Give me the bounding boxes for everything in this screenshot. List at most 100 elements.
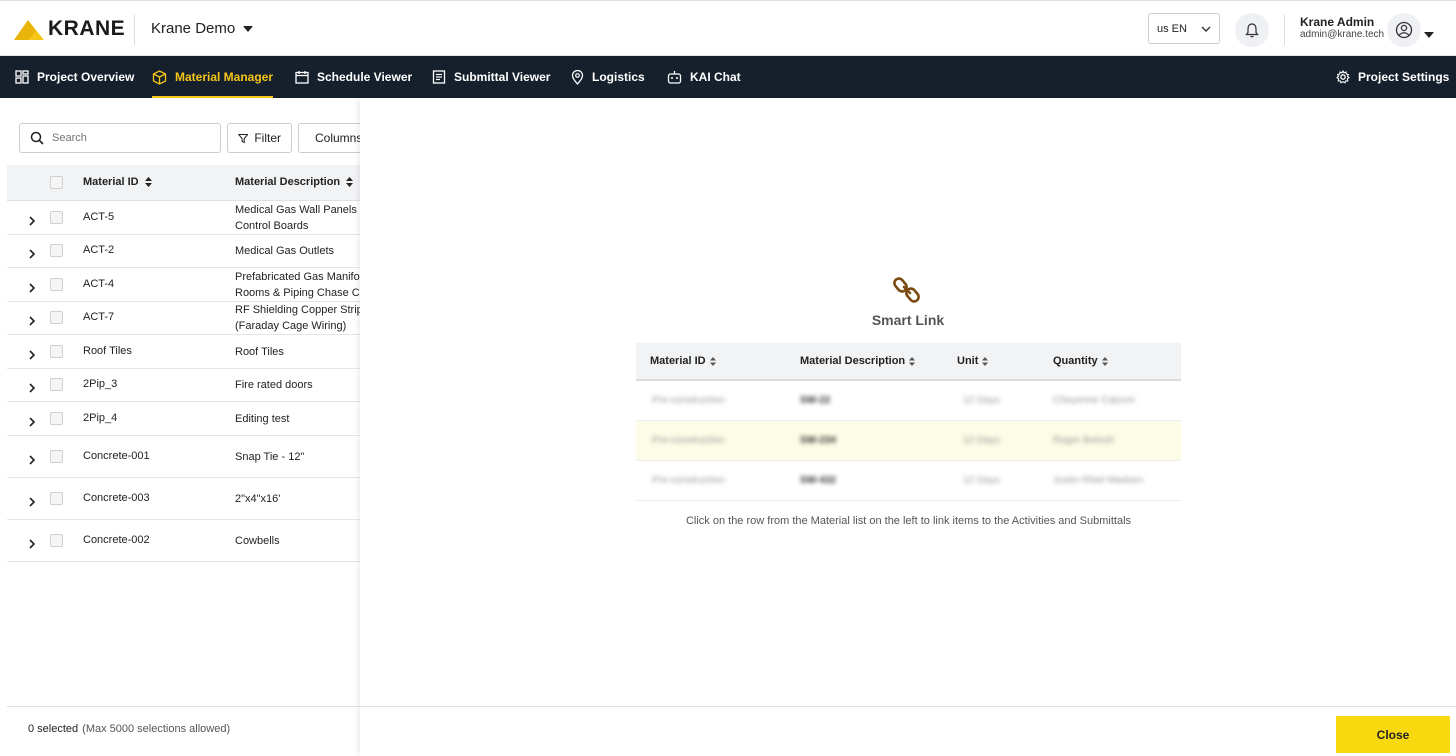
sample-unit-cell: 12 Days bbox=[963, 435, 1000, 446]
column-header-material-description[interactable]: Material Description bbox=[235, 176, 354, 188]
expand-chevron-icon[interactable] bbox=[28, 347, 36, 365]
row-checkbox[interactable] bbox=[50, 210, 63, 224]
row-checkbox[interactable] bbox=[50, 533, 63, 547]
krane-logo[interactable]: KRANE bbox=[14, 17, 125, 41]
user-email: admin@krane.tech bbox=[1300, 29, 1385, 41]
sample-id-cell: Pre-construction bbox=[652, 475, 725, 486]
nav-label: Schedule Viewer bbox=[317, 70, 413, 84]
row-checkbox[interactable] bbox=[50, 244, 63, 258]
row-checkbox[interactable] bbox=[50, 311, 63, 325]
gear-icon bbox=[1336, 70, 1350, 84]
project-selector[interactable]: Krane Demo bbox=[151, 20, 254, 37]
row-checkbox[interactable] bbox=[50, 411, 63, 425]
smart-link-hint: Click on the row from the Material list … bbox=[685, 515, 1132, 527]
nav-project-settings[interactable]: Project Settings bbox=[1336, 56, 1449, 98]
expand-chevron-icon[interactable] bbox=[28, 380, 36, 398]
user-menu-toggle[interactable] bbox=[1424, 25, 1434, 43]
filter-label: Filter bbox=[254, 131, 281, 145]
bell-icon bbox=[1245, 22, 1259, 37]
column-header-label: Unit bbox=[957, 355, 979, 367]
header-divider bbox=[1284, 15, 1285, 45]
nav-project-overview[interactable]: Project Overview bbox=[15, 56, 134, 98]
column-header-label: Material Description bbox=[235, 176, 341, 188]
avatar[interactable] bbox=[1387, 13, 1421, 47]
selected-count: 0 selected bbox=[28, 722, 79, 735]
sample-description-cell: SW-432 bbox=[800, 475, 836, 486]
nav-label: KAI Chat bbox=[690, 70, 741, 84]
main-nav: Project Overview Material Manager Schedu… bbox=[0, 56, 1456, 98]
row-checkbox[interactable] bbox=[50, 449, 63, 463]
table-row[interactable]: 2Pip_4 Editing test bbox=[7, 402, 360, 436]
selection-footer: 0 selected (Max 5000 selections allowed) bbox=[7, 706, 360, 750]
sample-unit-cell: 12 Days bbox=[963, 475, 1000, 486]
table-row[interactable]: 2Pip_3 Fire rated doors bbox=[7, 369, 360, 402]
nav-schedule-viewer[interactable]: Schedule Viewer bbox=[295, 56, 412, 98]
smart-link-table-body: Pre-construction SW-22 12 Days Cheyenne Cal… bbox=[636, 381, 1181, 501]
caret-down-icon bbox=[1424, 32, 1434, 38]
material-description-cell: Cowbells bbox=[235, 533, 360, 549]
sort-icon bbox=[909, 356, 916, 366]
sample-id-cell: Pre-construction bbox=[652, 395, 725, 406]
language-value: us EN bbox=[1157, 22, 1187, 35]
nav-label: Material Manager bbox=[175, 70, 274, 84]
expand-chevron-icon[interactable] bbox=[28, 494, 36, 512]
expand-chevron-icon[interactable] bbox=[28, 246, 36, 264]
table-row[interactable]: Concrete-001 Snap Tie - 12" bbox=[7, 436, 360, 478]
column-header-label: Material ID bbox=[83, 176, 139, 188]
nav-label: Project Overview bbox=[37, 70, 135, 84]
column-header-material-description: Material Description bbox=[800, 355, 916, 367]
description-line: (Faraday Cage Wiring) bbox=[235, 320, 347, 333]
nav-logistics[interactable]: Logistics bbox=[571, 56, 645, 98]
calendar-icon bbox=[295, 71, 309, 84]
material-id-cell: ACT-4 bbox=[83, 277, 115, 290]
expand-chevron-icon[interactable] bbox=[28, 213, 36, 231]
nav-submittal-viewer[interactable]: Submittal Viewer bbox=[432, 56, 550, 98]
table-row[interactable]: ACT-7 RF Shielding Copper Strip (Faraday C… bbox=[7, 302, 360, 335]
description-line: Medical Gas Wall Panels bbox=[235, 203, 357, 216]
table-row[interactable]: Concrete-003 2"x4"x16' bbox=[7, 478, 360, 520]
material-id-cell: Concrete-003 bbox=[83, 491, 150, 504]
row-checkbox[interactable] bbox=[50, 277, 63, 291]
material-list-panel: Filter Columns Material ID Material Desc… bbox=[7, 112, 368, 756]
smart-link-table-header: Material ID Material Description Unit Qu… bbox=[636, 343, 1181, 381]
row-checkbox[interactable] bbox=[50, 491, 63, 505]
table-row[interactable]: ACT-5 Medical Gas Wall Panels Control Boar… bbox=[7, 201, 360, 235]
expand-chevron-icon[interactable] bbox=[28, 313, 36, 331]
description-line: Rooms & Piping Chase Co bbox=[235, 286, 360, 299]
material-description-cell: RF Shielding Copper Strip (Faraday Cage W… bbox=[235, 302, 360, 334]
close-button[interactable]: Close bbox=[1336, 716, 1450, 753]
table-row[interactable]: Roof Tiles Roof Tiles bbox=[7, 335, 360, 369]
language-select[interactable]: us EN bbox=[1148, 13, 1220, 44]
column-header-material-id[interactable]: Material ID bbox=[83, 176, 152, 188]
table-row[interactable]: ACT-2 Medical Gas Outlets bbox=[7, 235, 360, 268]
expand-chevron-icon[interactable] bbox=[28, 280, 36, 298]
caret-down-icon bbox=[243, 25, 254, 32]
table-row[interactable]: Concrete-002 Cowbells bbox=[7, 520, 360, 562]
select-all-checkbox[interactable] bbox=[50, 176, 63, 189]
description-line: Roof Tiles bbox=[235, 345, 284, 358]
material-id-cell: 2Pip_4 bbox=[83, 411, 118, 424]
table-row[interactable]: ACT-4 Prefabricated Gas Manifold Rooms & P… bbox=[7, 268, 360, 302]
smart-link-panel: Smart Link Material ID Material Descript… bbox=[360, 98, 1456, 756]
material-id-cell: Roof Tiles bbox=[83, 344, 132, 357]
columns-label: Columns bbox=[315, 131, 363, 145]
material-id-cell: ACT-2 bbox=[83, 244, 115, 257]
nav-material-manager[interactable]: Material Manager bbox=[152, 56, 274, 98]
notifications-button[interactable] bbox=[1235, 13, 1269, 47]
filter-button[interactable]: Filter bbox=[227, 123, 292, 153]
expand-chevron-icon[interactable] bbox=[28, 536, 36, 554]
expand-chevron-icon[interactable] bbox=[28, 452, 36, 470]
sample-id-cell: Pre-construction bbox=[652, 435, 725, 446]
smart-link-preview-table: Material ID Material Description Unit Qu… bbox=[636, 343, 1181, 501]
columns-button[interactable]: Columns bbox=[298, 123, 368, 153]
search-input[interactable] bbox=[52, 132, 202, 144]
column-header-material-id: Material ID bbox=[650, 355, 716, 367]
filter-icon bbox=[238, 133, 249, 143]
row-checkbox[interactable] bbox=[50, 344, 63, 358]
expand-chevron-icon[interactable] bbox=[28, 414, 36, 432]
search-box[interactable] bbox=[19, 123, 221, 153]
project-name: Krane Demo bbox=[151, 20, 236, 37]
panel-footer: Close bbox=[360, 706, 1456, 756]
nav-kai-chat[interactable]: KAI Chat bbox=[667, 56, 741, 98]
row-checkbox[interactable] bbox=[50, 378, 63, 392]
